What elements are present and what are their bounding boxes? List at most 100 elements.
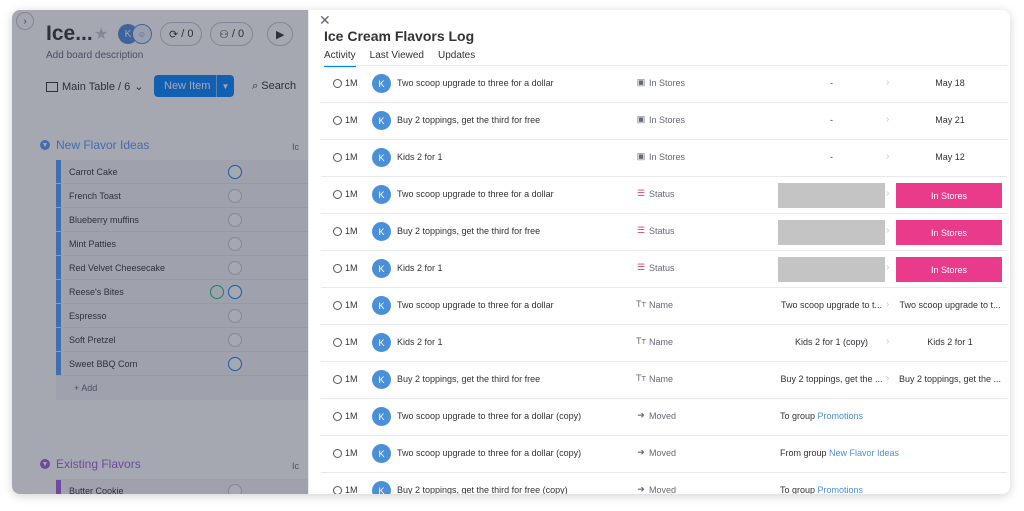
text-icon: TT [635,299,647,309]
avatar[interactable]: K [372,481,391,494]
log-old-value: - [830,78,833,88]
log-item-name[interactable]: Buy 2 toppings, get the third for free [397,115,540,125]
chevron-right-icon: › [886,114,890,125]
clock-icon [333,300,342,310]
clock-icon [333,78,342,88]
text-icon: TT [635,336,647,346]
avatar[interactable]: K [372,111,391,130]
clock-icon [333,115,342,125]
log-new-value: May 21 [935,115,965,125]
log-item-name[interactable]: Kids 2 for 1 [397,337,443,347]
avatar[interactable]: K [372,296,391,315]
text-icon: TT [635,373,647,383]
log-row[interactable]: 1M K Buy 2 toppings, get the third for f… [321,103,1007,140]
avatar[interactable]: K [372,148,391,167]
status-old-empty [778,257,885,282]
status-old-empty [778,183,885,208]
log-row[interactable]: 1M K Two scoop upgrade to three for a do… [321,177,1007,214]
log-column-name: Name [649,300,674,310]
log-group-change: To group Promotions [780,411,864,421]
status-badge: In Stores [896,220,1002,245]
log-item-name[interactable]: Two scoop upgrade to three for a dollar [397,189,554,199]
app-frame: › Ice... ★ K ☺ ⟳/ 0 ⚇/ 0 ▶ Add board des… [12,10,1010,494]
clock-icon [333,485,342,494]
calendar-icon: ▣ [636,77,646,87]
chevron-right-icon: › [886,299,890,310]
avatar[interactable]: K [372,370,391,389]
log-row[interactable]: 1M K Buy 2 toppings, get the third for f… [321,473,1007,494]
log-column-name: Name [649,337,674,347]
log-row[interactable]: 1M K Buy 2 toppings, get the third for f… [321,362,1007,399]
activity-log-list: 1M K Two scoop upgrade to three for a do… [321,66,1007,494]
clock-icon [333,152,342,162]
log-old-value: - [830,115,833,125]
avatar[interactable]: K [372,444,391,463]
log-row[interactable]: 1M K Two scoop upgrade to three for a do… [321,288,1007,325]
log-column-name: Name [649,374,674,384]
log-old-value: Kids 2 for 1 (copy) [794,337,869,347]
log-item-name[interactable]: Kids 2 for 1 [397,152,443,162]
status-old-empty [778,220,885,245]
log-new-value: Kids 2 for 1 [927,337,973,347]
group-link[interactable]: Promotions [818,485,864,494]
status-icon: ☰ [636,225,646,235]
log-item-name[interactable]: Two scoop upgrade to three for a dollar [397,300,554,310]
log-item-name[interactable]: Kids 2 for 1 [397,263,443,273]
overlay-dim[interactable] [12,10,312,494]
status-icon: ☰ [636,188,646,198]
chevron-right-icon: › [886,373,890,384]
avatar[interactable]: K [372,74,391,93]
chevron-right-icon: › [886,77,890,88]
avatar[interactable]: K [372,259,391,278]
avatar[interactable]: K [372,222,391,241]
log-old-value: - [830,152,833,162]
log-column-name: Status [649,189,675,199]
log-column-name: Moved [649,448,677,458]
log-item-name[interactable]: Buy 2 toppings, get the third for free (… [397,485,568,494]
calendar-icon: ▣ [636,114,646,124]
log-row[interactable]: 1M K Two scoop upgrade to three for a do… [321,436,1007,473]
log-item-name[interactable]: Two scoop upgrade to three for a dollar … [397,448,581,458]
avatar[interactable]: K [372,185,391,204]
log-old-value: Buy 2 toppings, get the ... [780,374,883,384]
log-row[interactable]: 1M K Buy 2 toppings, get the third for f… [321,214,1007,251]
avatar[interactable]: K [372,333,391,352]
moved-icon: ➜ [637,484,645,494]
log-row[interactable]: 1M K Kids 2 for 1 ☰ Status › In Stores [321,251,1007,288]
chevron-right-icon: › [886,225,890,236]
log-group-change: To group Promotions [780,485,864,494]
clock-icon [333,411,342,421]
log-item-name[interactable]: Buy 2 toppings, get the third for free [397,226,540,236]
panel-title: Ice Cream Flavors Log [324,28,475,44]
clock-icon [333,448,342,458]
clock-icon [333,374,342,384]
log-row[interactable]: 1M K Two scoop upgrade to three for a do… [321,399,1007,436]
clock-icon [333,189,342,199]
clock-icon [333,226,342,236]
clock-icon [333,337,342,347]
log-row[interactable]: 1M K Two scoop upgrade to three for a do… [321,66,1007,103]
group-link[interactable]: Promotions [818,411,864,421]
close-icon[interactable]: ✕ [319,12,331,29]
log-item-name[interactable]: Two scoop upgrade to three for a dollar … [397,411,581,421]
log-new-value: Buy 2 toppings, get the ... [898,374,1002,384]
log-row[interactable]: 1M K Kids 2 for 1 ▣ In Stores - › May 12 [321,140,1007,177]
chevron-right-icon: › [886,336,890,347]
avatar[interactable]: K [372,407,391,426]
log-column-name: Status [649,226,675,236]
log-row[interactable]: 1M K Kids 2 for 1 TT Name Kids 2 for 1 (… [321,325,1007,362]
log-item-name[interactable]: Two scoop upgrade to three for a dollar [397,78,554,88]
log-item-name[interactable]: Buy 2 toppings, get the third for free [397,374,540,384]
board-background: › Ice... ★ K ☺ ⟳/ 0 ⚇/ 0 ▶ Add board des… [12,10,312,494]
calendar-icon: ▣ [636,151,646,161]
log-column-name: Moved [649,411,677,421]
log-column-name: In Stores [649,115,686,125]
group-link[interactable]: New Flavor Ideas [829,448,899,458]
log-new-value: May 12 [935,152,965,162]
clock-icon [333,263,342,273]
log-old-value: Two scoop upgrade to t... [780,300,883,310]
status-badge: In Stores [896,183,1002,208]
log-new-value: Two scoop upgrade to t... [899,300,1001,310]
log-column-name: Moved [649,485,677,494]
log-group-change: From group New Flavor Ideas [780,448,900,458]
